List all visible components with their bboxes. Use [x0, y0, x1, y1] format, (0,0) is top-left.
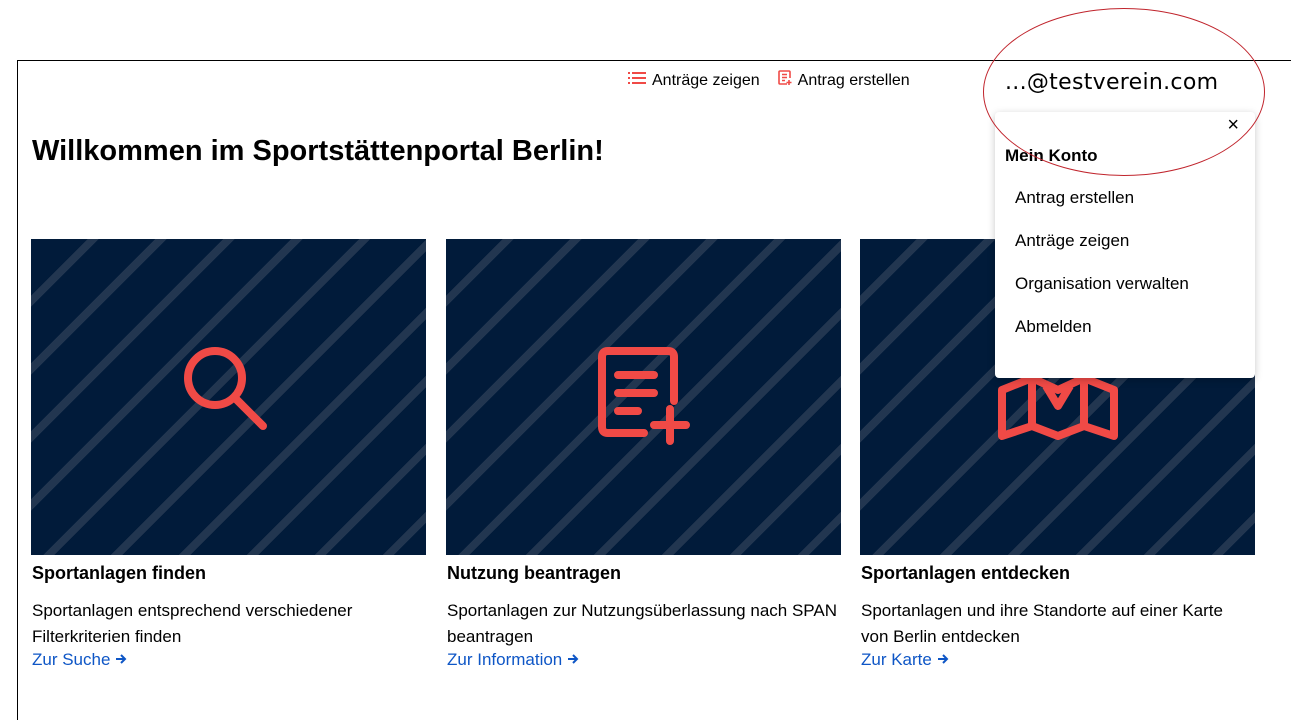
map-icon	[996, 370, 1120, 447]
nav-antraege-zeigen-label: Anträge zeigen	[652, 71, 760, 89]
account-menu-title: Mein Konto	[1005, 146, 1098, 165]
card-sportanlagen-finden: Sportanlagen finden Sportanlagen entspre…	[31, 239, 426, 670]
top-navigation: Anträge zeigen Antrag erstellen	[628, 70, 928, 91]
document-add-icon	[594, 345, 694, 450]
card-image	[31, 239, 426, 555]
card-title: Sportanlagen entdecken	[861, 563, 1071, 583]
card-text: Sportanlagen zur Nutzungsüberlassung nac…	[447, 601, 837, 646]
card-title: Sportanlagen finden	[32, 563, 207, 583]
list-icon	[628, 71, 652, 90]
user-email[interactable]: ...@testverein.com	[1005, 70, 1218, 95]
zur-suche-link[interactable]: Zur Suche	[32, 650, 127, 670]
card-text: Sportanlagen und ihre Standorte auf eine…	[861, 601, 1223, 646]
link-label: Zur Suche	[32, 650, 111, 669]
zur-karte-link[interactable]: Zur Karte	[861, 650, 949, 670]
nav-antraege-zeigen[interactable]: Anträge zeigen	[628, 71, 760, 90]
menu-item-antrag-erstellen[interactable]: Antrag erstellen	[1015, 188, 1134, 208]
card-text: Sportanlagen entsprechend verschiedener …	[32, 601, 353, 646]
document-add-icon	[777, 70, 798, 91]
menu-item-organisation-verwalten[interactable]: Organisation verwalten	[1015, 274, 1189, 294]
card-title: Nutzung beantragen	[447, 563, 621, 583]
account-dropdown: × Mein Konto Antrag erstellen Anträge ze…	[995, 112, 1255, 378]
link-label: Zur Karte	[861, 650, 932, 669]
page-title: Willkommen im Sportstättenportal Berlin!	[32, 135, 604, 167]
nav-antrag-erstellen[interactable]: Antrag erstellen	[777, 70, 910, 91]
search-icon	[179, 340, 279, 455]
link-label: Zur Information	[447, 650, 563, 669]
card-image	[446, 239, 841, 555]
arrow-right-icon	[932, 650, 949, 670]
menu-item-antraege-zeigen[interactable]: Anträge zeigen	[1015, 231, 1129, 251]
zur-information-link[interactable]: Zur Information	[447, 650, 579, 670]
nav-antrag-erstellen-label: Antrag erstellen	[797, 71, 910, 89]
arrow-right-icon	[562, 650, 579, 670]
menu-item-abmelden[interactable]: Abmelden	[1015, 317, 1092, 337]
arrow-right-icon	[110, 650, 127, 670]
card-nutzung-beantragen: Nutzung beantragen Sportanlagen zur Nutz…	[446, 239, 841, 670]
close-icon[interactable]: ×	[1227, 114, 1239, 137]
